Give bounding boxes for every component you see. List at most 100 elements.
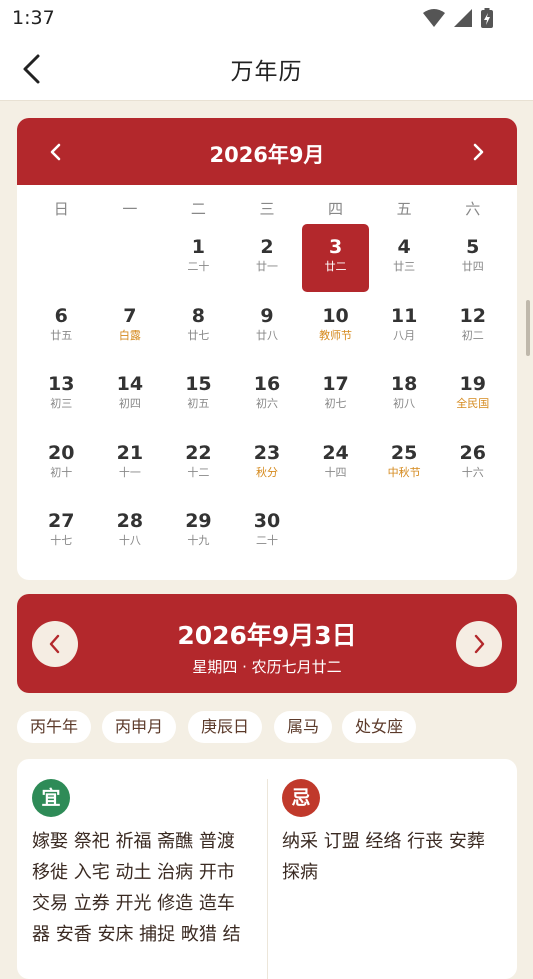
day-number: 19 <box>459 373 486 395</box>
ji-badge: 忌 <box>282 779 320 817</box>
day-cell-5[interactable]: 5 廿四 <box>438 224 507 292</box>
day-number: 17 <box>322 373 349 395</box>
lunar-label: 初六 <box>255 397 278 410</box>
battery-charging-icon <box>481 8 493 28</box>
almanac-card: 宜 嫁娶 祭祀 祈福 斋醮 普渡 移徙 入宅 动土 治病 开市 交易 立券 开光 修… <box>17 759 517 979</box>
day-cell-19[interactable]: 19 全民国 <box>438 361 507 429</box>
lunar-label: 廿四 <box>461 260 484 273</box>
day-number: 9 <box>260 304 274 327</box>
lunar-label: 廿七 <box>187 328 210 342</box>
day-cell-17[interactable]: 17 初七 <box>301 361 370 429</box>
day-cell-26[interactable]: 26 十六 <box>438 430 507 498</box>
ji-line: 纳采 订盟 经络 行丧 安葬 <box>282 831 485 852</box>
day-cell-29[interactable]: 29 十九 <box>164 498 233 566</box>
day-number: 7 <box>123 304 137 327</box>
day-number: 3 <box>328 236 343 258</box>
app-bar: 万年历 <box>0 38 533 101</box>
lunar-label: 全民国 <box>456 397 490 410</box>
day-number: 30 <box>253 510 281 532</box>
lunar-label: 教师节 <box>319 328 353 342</box>
day-cell-18[interactable]: 18 初八 <box>370 361 439 429</box>
lunar-label: 二十 <box>255 534 278 547</box>
day-cell-11[interactable]: 11 八月 <box>370 293 439 361</box>
day-cell-21[interactable]: 21 十一 <box>96 430 165 498</box>
day-cell-1[interactable]: 1 二十 <box>164 224 233 292</box>
yi-line: 嫁娶 祭祀 祈福 斋醮 普渡 <box>32 831 235 852</box>
day-cell-30[interactable]: 30 二十 <box>233 498 302 566</box>
next-month-button[interactable] <box>463 137 493 167</box>
selected-date-detail: 星期四 · 农历七月廿二 <box>192 658 342 676</box>
selected-date-card: 2026年9月3日 星期四 · 农历七月廿二 <box>17 594 517 693</box>
lunar-label: 白露 <box>118 328 141 342</box>
status-time: 1:37 <box>12 7 55 29</box>
ganzhi-tag: 处女座 <box>342 711 417 743</box>
weekday-label: 三 <box>259 200 275 218</box>
day-cell-8[interactable]: 8 廿七 <box>164 293 233 361</box>
day-cell-22[interactable]: 22 十二 <box>164 430 233 498</box>
weekday-header: 日一二三四五六 <box>27 198 507 218</box>
day-cell-9[interactable]: 9 廿八 <box>233 293 302 361</box>
day-cell-15[interactable]: 15 初五 <box>164 361 233 429</box>
day-cell-27[interactable]: 27 十七 <box>27 498 96 566</box>
lunar-label: 十九 <box>187 534 210 547</box>
day-cell-3[interactable]: 3 廿二 <box>301 224 370 292</box>
weekday-label: 五 <box>396 200 412 218</box>
scrollbar[interactable] <box>526 300 530 356</box>
ganzhi-tag: 丙午年 <box>17 711 92 743</box>
day-cell-28[interactable]: 28 十八 <box>96 498 165 566</box>
day-cell-4[interactable]: 4 廿三 <box>370 224 439 292</box>
chevron-right-icon <box>473 143 484 161</box>
yi-line: 移徙 入宅 动土 治病 开市 <box>32 862 235 883</box>
day-number: 6 <box>54 304 68 327</box>
day-cell-6[interactable]: 6 廿五 <box>27 293 96 361</box>
day-number: 2 <box>260 236 274 258</box>
status-icons <box>420 8 493 28</box>
day-number: 5 <box>466 236 480 258</box>
ji-line: 探病 <box>282 862 318 883</box>
next-day-button[interactable] <box>456 621 502 667</box>
yi-list: 嫁娶 祭祀 祈福 斋醮 普渡 移徙 入宅 动土 治病 开市 交易 立券 开光 修造 … <box>32 826 254 950</box>
lunar-label: 十六 <box>461 465 484 479</box>
day-number: 1 <box>191 236 206 258</box>
yi-badge: 宜 <box>32 779 70 817</box>
day-cell-10[interactable]: 10 教师节 <box>301 293 370 361</box>
day-cell-25[interactable]: 25 中秋节 <box>370 430 439 498</box>
page-title: 万年历 <box>230 59 303 85</box>
lunar-label: 初七 <box>324 397 347 410</box>
lunar-label: 十八 <box>118 534 141 547</box>
day-cell-13[interactable]: 13 初三 <box>27 361 96 429</box>
ganzhi-tag: 庚辰日 <box>188 711 263 743</box>
weekday-label: 二 <box>190 200 206 218</box>
day-number: 15 <box>185 373 212 395</box>
day-number: 22 <box>185 441 212 464</box>
day-cell-12[interactable]: 12 初二 <box>438 293 507 361</box>
day-number: 8 <box>191 304 206 327</box>
day-number: 18 <box>390 373 418 395</box>
day-cell-20[interactable]: 20 初十 <box>27 430 96 498</box>
day-number: 16 <box>253 373 281 395</box>
day-cell-14[interactable]: 14 初四 <box>96 361 165 429</box>
signal-icon <box>453 9 472 27</box>
day-number: 24 <box>322 441 349 464</box>
day-cell-7[interactable]: 7 白露 <box>96 293 165 361</box>
yi-line: 交易 立券 开光 修造 造车 <box>32 893 235 914</box>
lunar-label: 廿三 <box>393 260 416 273</box>
day-number: 23 <box>253 441 281 464</box>
lunar-label: 秋分 <box>255 465 278 479</box>
day-number: 25 <box>390 441 418 464</box>
day-cell-23[interactable]: 23 秋分 <box>233 430 302 498</box>
day-number: 12 <box>459 304 486 327</box>
month-title: 2026年9月 <box>209 143 325 167</box>
day-number: 11 <box>390 304 418 327</box>
lunar-label: 十四 <box>324 465 347 479</box>
chevron-right-icon <box>474 634 485 654</box>
lunar-label: 廿一 <box>255 260 278 273</box>
day-cell-24[interactable]: 24 十四 <box>301 430 370 498</box>
lunar-label: 十二 <box>187 465 210 479</box>
day-cell-16[interactable]: 16 初六 <box>233 361 302 429</box>
lunar-label: 十七 <box>50 534 73 547</box>
lunar-label: 十一 <box>118 465 141 479</box>
day-cell-2[interactable]: 2 廿一 <box>233 224 302 292</box>
day-number: 13 <box>48 373 75 395</box>
day-number: 14 <box>116 373 144 395</box>
